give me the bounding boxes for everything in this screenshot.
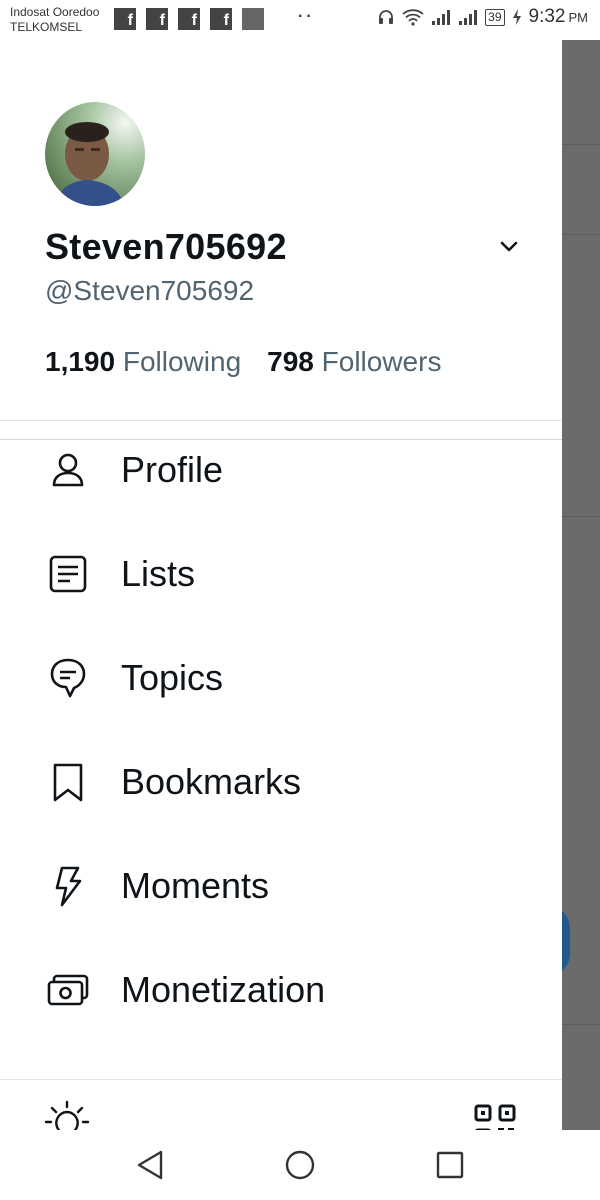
headset-icon: [379, 10, 394, 24]
menu-item-label: Topics: [121, 657, 224, 698]
system-status: 39 9:32 PM: [377, 6, 588, 28]
signal-icon: [432, 10, 451, 25]
system-navigation-bar: [0, 1130, 600, 1200]
clock: 9:32: [528, 6, 566, 27]
home-icon[interactable]: [283, 1148, 317, 1182]
menu-item-profile[interactable]: Profile: [0, 430, 562, 510]
followers-label: Followers: [321, 346, 442, 377]
following-label: Following: [122, 346, 242, 377]
menu-item-bookmarks[interactable]: Bookmarks: [0, 742, 562, 822]
signal-icon: [459, 10, 478, 25]
person-icon: [46, 448, 90, 492]
wifi-icon: [402, 9, 424, 26]
bookmark-icon: [46, 760, 90, 804]
list-icon: [46, 552, 90, 596]
background-overlay[interactable]: [562, 40, 600, 1130]
facebook-icon: f: [210, 8, 232, 30]
display-name[interactable]: Steven705692: [45, 226, 287, 268]
chevron-down-icon[interactable]: [496, 236, 522, 258]
menu-item-topics[interactable]: Topics: [0, 638, 562, 718]
navigation-drawer: Steven705692 @Steven705692 1,190 Followi…: [0, 40, 562, 1146]
lightning-icon: [46, 864, 90, 908]
menu-item-label: Moments: [121, 865, 270, 906]
topics-icon: [46, 656, 90, 700]
divider: [562, 144, 600, 145]
facebook-icon: f: [146, 8, 168, 30]
menu-item-monetization[interactable]: Monetization: [0, 950, 562, 1030]
menu-item-label: Bookmarks: [121, 761, 302, 802]
followers-count: 798: [267, 346, 314, 377]
facebook-icon: f: [178, 8, 200, 30]
carrier-name-1: Indosat Ooredoo: [10, 5, 100, 19]
menu-item-label: Monetization: [121, 969, 326, 1010]
image-icon: [242, 8, 264, 30]
carrier-info: Indosat Ooredoo TELKOMSEL: [10, 5, 99, 35]
divider: [562, 1024, 600, 1025]
battery-icon: 39: [485, 8, 505, 26]
money-icon: [46, 968, 90, 1012]
more-notifications-icon: ··: [298, 8, 315, 25]
avatar[interactable]: [45, 102, 145, 206]
followers-link[interactable]: 798 Followers: [267, 346, 441, 377]
avatar-photo: [45, 102, 145, 206]
menu-item-moments[interactable]: Moments: [0, 846, 562, 926]
following-link[interactable]: 1,190 Following: [45, 346, 241, 377]
charging-icon: [512, 9, 521, 25]
username-handle: @Steven705692: [45, 275, 255, 306]
divider: [0, 1079, 562, 1080]
back-icon[interactable]: [133, 1148, 167, 1182]
following-count: 1,190: [45, 346, 116, 377]
follow-counts: 1,190 Following 798 Followers: [45, 346, 441, 378]
facebook-icon: f: [114, 8, 136, 30]
carrier-name-2: TELKOMSEL: [10, 20, 83, 34]
divider: [562, 516, 600, 517]
menu-item-label: Lists: [121, 553, 196, 594]
menu-item-label: Profile: [121, 449, 224, 490]
menu-item-lists[interactable]: Lists: [0, 534, 562, 614]
notification-icons: f f f f: [114, 8, 264, 30]
divider: [562, 234, 600, 235]
clock-ampm: PM: [568, 9, 589, 25]
recents-icon[interactable]: [433, 1148, 467, 1182]
divider: [0, 420, 562, 421]
status-bar: Indosat Ooredoo TELKOMSEL f f f f ·· 39 …: [0, 0, 600, 40]
